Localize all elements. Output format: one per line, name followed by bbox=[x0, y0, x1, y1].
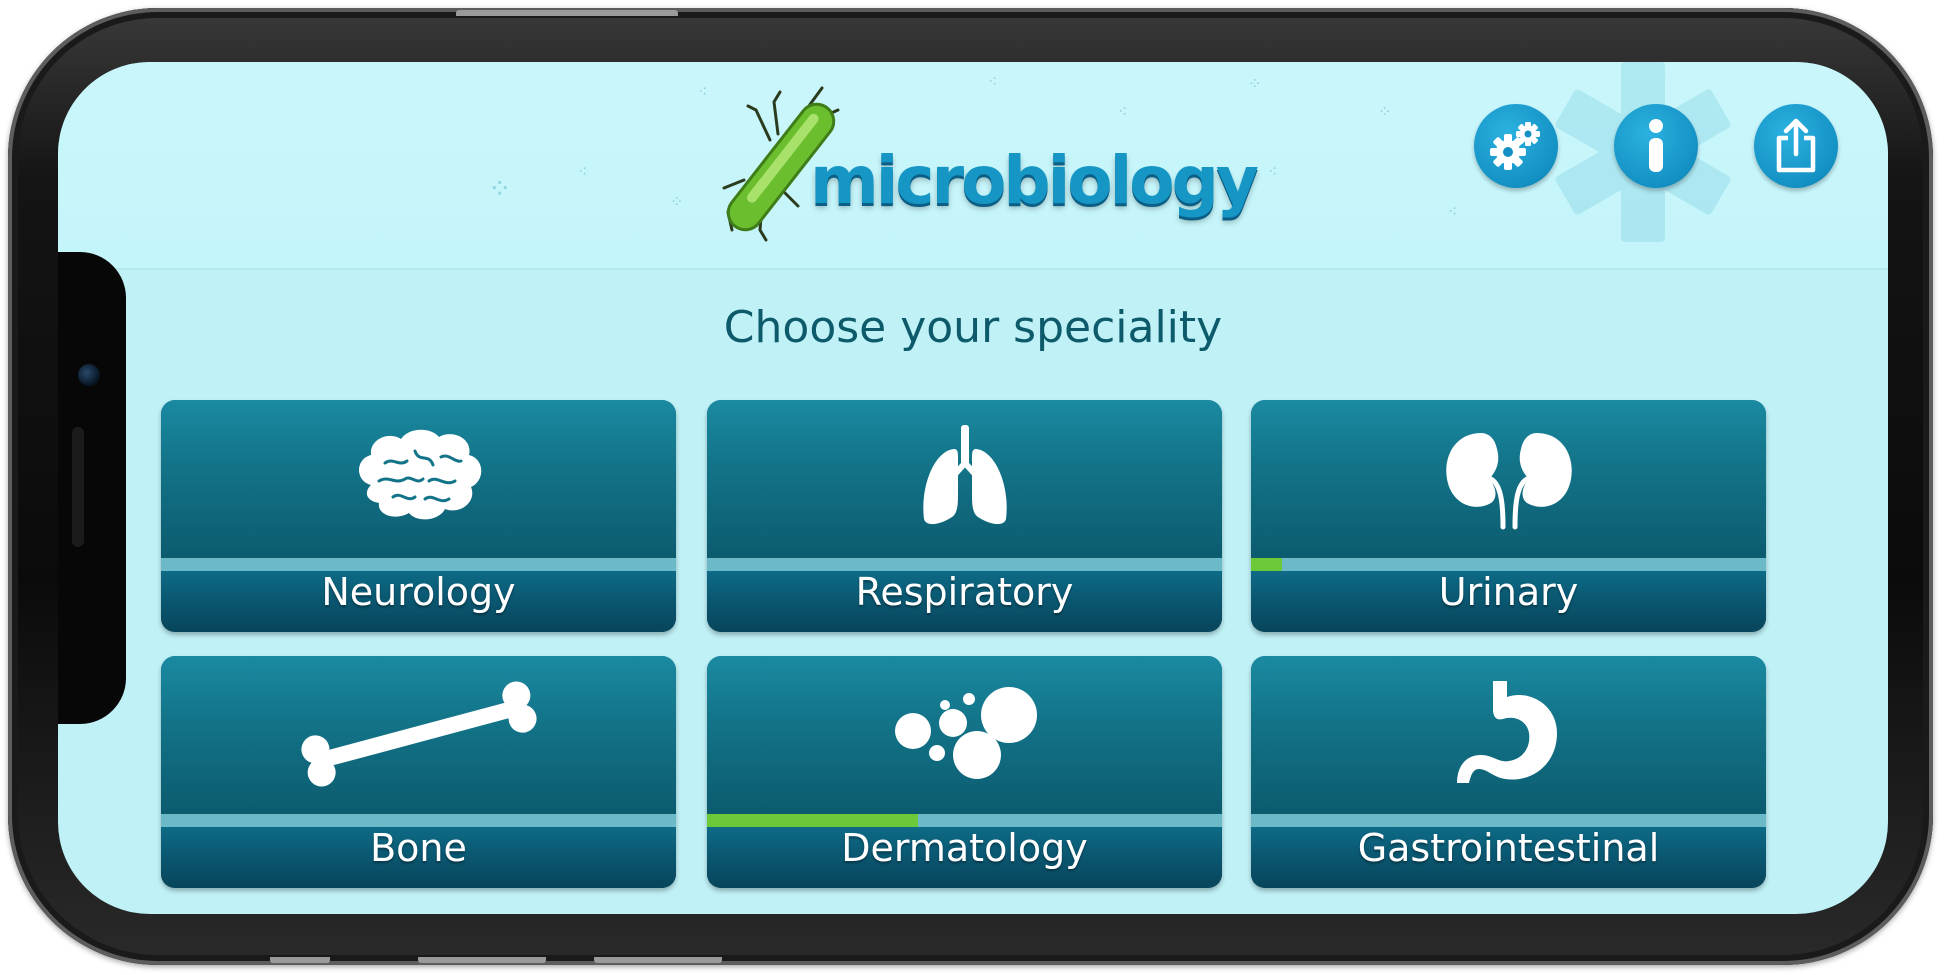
settings-button[interactable] bbox=[1474, 104, 1558, 188]
speciality-label: Respiratory bbox=[855, 570, 1074, 614]
cells-icon bbox=[894, 687, 1037, 779]
tile-icon-area bbox=[1251, 418, 1766, 538]
bacteria-decoration-icon: ⁘ bbox=[1378, 102, 1392, 121]
speciality-label: Neurology bbox=[321, 570, 516, 614]
tile-icon-area bbox=[707, 418, 1222, 538]
gears-icon bbox=[1490, 122, 1540, 170]
bone-icon bbox=[300, 681, 537, 787]
speciality-label: Dermatology bbox=[841, 826, 1088, 870]
speciality-tile-bone[interactable]: Bone bbox=[161, 656, 676, 888]
bacteria-decoration-icon: ⁖ bbox=[698, 82, 708, 101]
bacteria-decoration-icon: ⁖ bbox=[1268, 162, 1278, 181]
speciality-label: Urinary bbox=[1438, 570, 1579, 614]
share-button[interactable] bbox=[1754, 104, 1838, 188]
bacteria-decoration-icon: ⁘ bbox=[488, 172, 512, 205]
speciality-tile-urinary[interactable]: Urinary bbox=[1251, 400, 1766, 632]
info-icon bbox=[1649, 119, 1663, 172]
app-screen: ⁖ ⁖ ⁘ ⁘ ⁖ ⁘ ⁖ ⁘ ⁖ ⁖ microbiology Choose … bbox=[58, 62, 1888, 914]
speciality-label: Gastrointestinal bbox=[1357, 826, 1660, 870]
page-title: Choose your speciality bbox=[723, 302, 1223, 353]
speciality-tile-respiratory[interactable]: Respiratory bbox=[707, 400, 1222, 632]
app-logo-text: microbiology bbox=[810, 142, 1259, 219]
share-icon bbox=[1776, 118, 1816, 173]
bacteria-decoration-icon: ⁖ bbox=[1448, 202, 1458, 221]
tile-icon-area bbox=[707, 674, 1222, 794]
brain-icon bbox=[358, 429, 481, 520]
stomach-icon bbox=[1456, 681, 1557, 783]
lungs-icon bbox=[922, 425, 1007, 525]
speciality-tile-dermatology[interactable]: Dermatology bbox=[707, 656, 1222, 888]
speaker-grille bbox=[72, 427, 84, 547]
info-button[interactable] bbox=[1614, 104, 1698, 188]
hardware-button bbox=[594, 957, 722, 963]
camera-icon bbox=[78, 364, 100, 386]
speciality-tile-gastrointestinal[interactable]: Gastrointestinal bbox=[1251, 656, 1766, 888]
bacteria-decoration-icon: ⁖ bbox=[578, 162, 588, 181]
phone-notch bbox=[58, 252, 126, 724]
hardware-button bbox=[270, 957, 330, 963]
speciality-tile-neurology[interactable]: Neurology bbox=[161, 400, 676, 632]
kidneys-icon bbox=[1445, 433, 1572, 530]
bacteria-decoration-icon: ⁘ bbox=[1248, 74, 1262, 93]
hardware-button bbox=[418, 957, 546, 963]
tile-icon-area bbox=[161, 674, 676, 794]
app-header: ⁖ ⁖ ⁘ ⁘ ⁖ ⁘ ⁖ ⁘ ⁖ ⁖ microbiology bbox=[58, 62, 1888, 270]
speciality-label: Bone bbox=[370, 826, 467, 870]
volume-button bbox=[456, 10, 678, 16]
bacteria-decoration-icon: ⁘ bbox=[670, 192, 684, 211]
tile-icon-area bbox=[161, 418, 676, 538]
tile-icon-area bbox=[1251, 674, 1766, 794]
